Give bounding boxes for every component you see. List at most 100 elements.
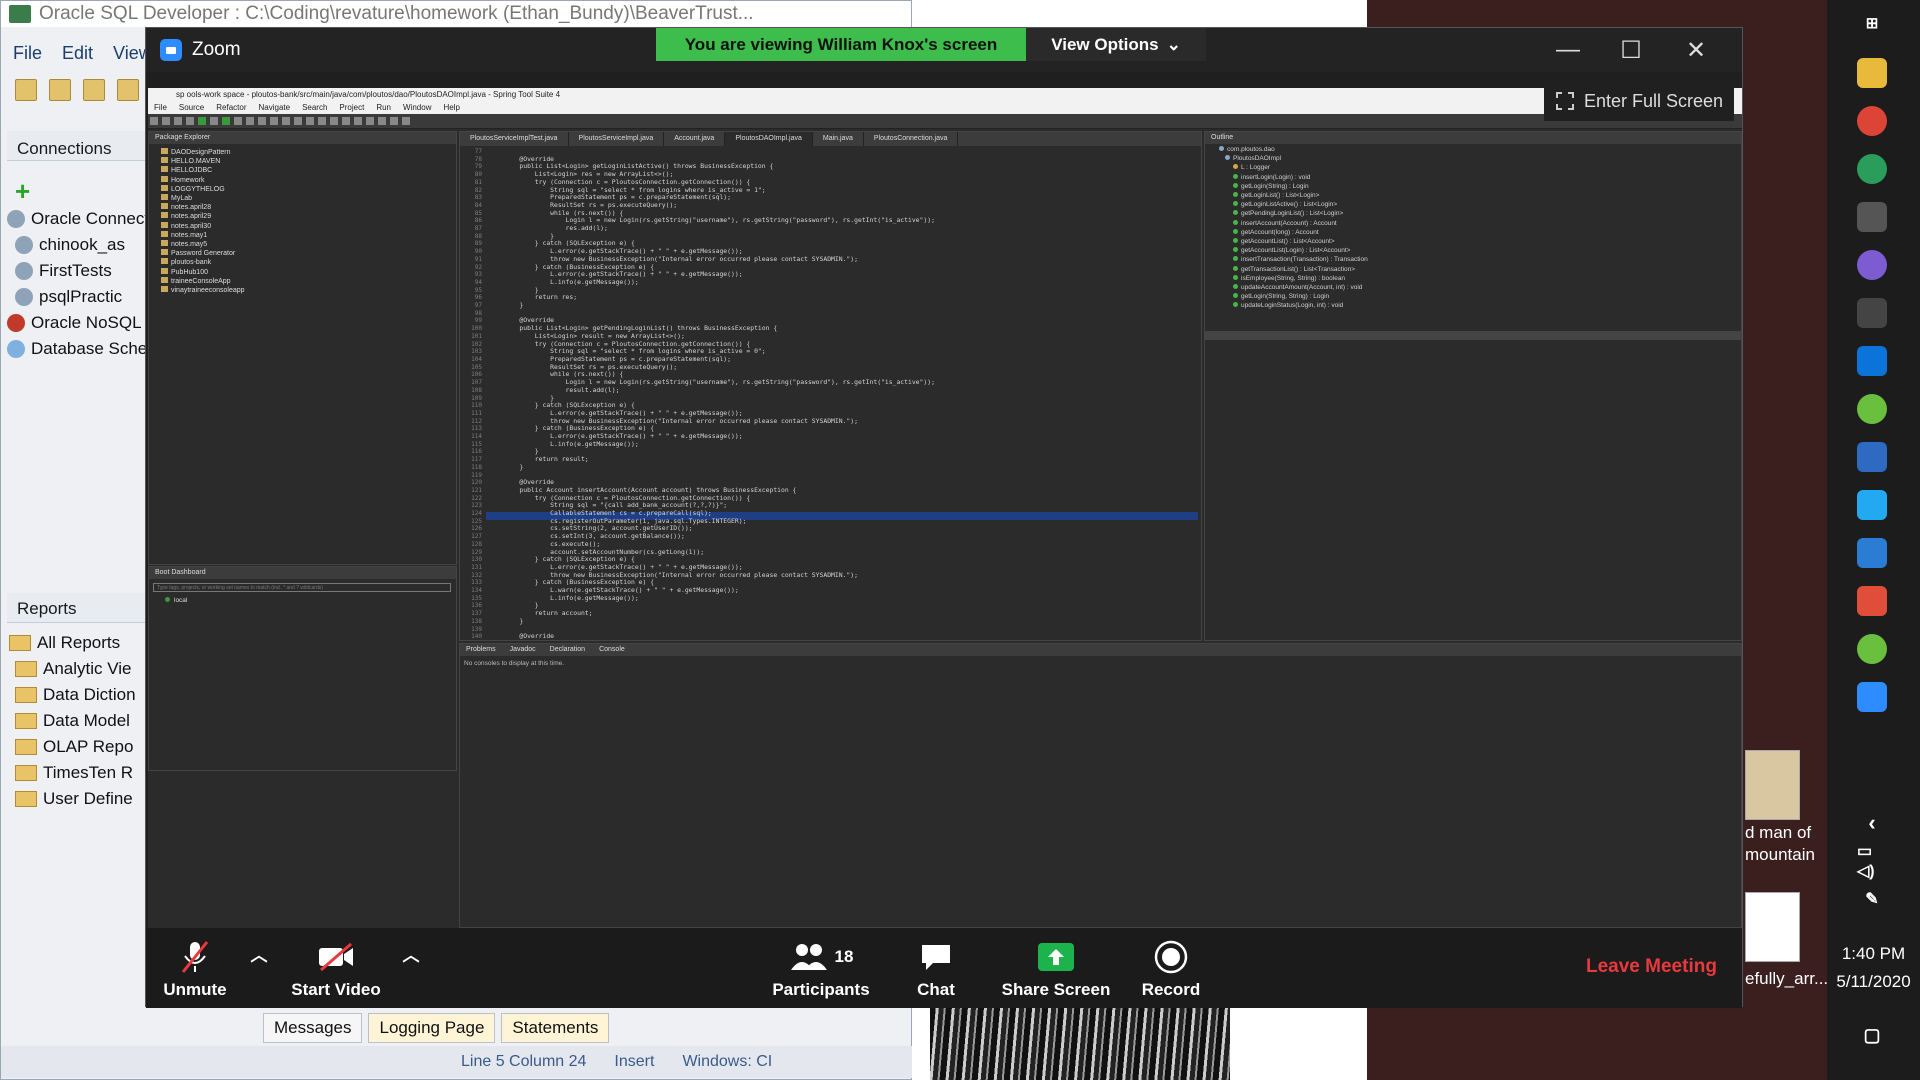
notification-icon[interactable]: ▢ xyxy=(1857,1020,1887,1050)
outline-item[interactable]: getLoginList() : List<Login> xyxy=(1233,192,1319,199)
save-icon[interactable] xyxy=(83,79,105,101)
record-button[interactable]: Record xyxy=(1131,928,1211,1008)
participants-button[interactable]: 18 Participants xyxy=(766,928,876,1008)
start-video-button[interactable]: Start Video xyxy=(276,928,396,1008)
connection-item[interactable]: Database Scher xyxy=(7,339,153,359)
tab-declaration[interactable]: Declaration xyxy=(550,644,585,656)
chrome-icon[interactable] xyxy=(1857,106,1887,136)
tab-problems[interactable]: Problems xyxy=(466,644,496,656)
sts-menu-item[interactable]: Search xyxy=(302,101,327,114)
outline-item[interactable]: getAccountList() : List<Account> xyxy=(1233,238,1335,245)
outline-item[interactable]: updateLoginStatus(Login, int) : void xyxy=(1233,302,1343,309)
outline-item[interactable]: updateAccountAmount(Account, int) : void xyxy=(1233,284,1362,291)
report-item[interactable]: Data Model xyxy=(15,711,130,731)
tab-javadoc[interactable]: Javadoc xyxy=(510,644,536,656)
report-item[interactable]: Analytic Vie xyxy=(15,659,132,679)
tab-messages[interactable]: Messages xyxy=(263,1013,363,1043)
book-thumbnail[interactable] xyxy=(1745,750,1800,820)
outline-item[interactable]: getTransactionList() : List<Transaction> xyxy=(1233,265,1355,273)
document-icon[interactable] xyxy=(1857,538,1887,568)
spring-tool-suite-icon[interactable] xyxy=(1857,394,1887,424)
outline-item[interactable]: getLogin(String) : Login xyxy=(1233,182,1309,190)
desktop-item-label[interactable]: d man of mountain xyxy=(1745,822,1825,866)
project-item[interactable]: notes.may5 xyxy=(161,240,207,248)
editor-tab[interactable]: Main.java xyxy=(813,132,864,146)
sts-menu-item[interactable]: Source xyxy=(179,101,204,114)
boot-local-item[interactable]: local xyxy=(165,597,187,604)
git-icon[interactable] xyxy=(1857,586,1887,616)
new-icon[interactable] xyxy=(15,79,37,101)
project-item[interactable]: notes.april29 xyxy=(161,212,211,220)
code-text[interactable]: @Override public List<Login> getLoginLis… xyxy=(504,148,935,641)
sts-menu-item[interactable]: Run xyxy=(376,101,391,114)
report-item[interactable]: TimesTen R xyxy=(15,763,133,783)
report-item[interactable]: All Reports xyxy=(9,633,120,653)
project-item[interactable]: ploutos-bank xyxy=(161,258,211,266)
outline-item[interactable]: isEmployee(String, String) : boolean xyxy=(1233,274,1345,282)
project-item[interactable]: notes.may1 xyxy=(161,230,207,239)
windows-start-icon[interactable]: ⊞ xyxy=(1857,8,1887,38)
outline-item[interactable]: getAccount(long) : Account xyxy=(1233,228,1319,236)
file-explorer-icon[interactable] xyxy=(1857,58,1887,88)
close-icon[interactable]: ✕ xyxy=(1676,36,1716,65)
sts-menu-item[interactable]: Help xyxy=(443,101,459,114)
connection-item[interactable]: psqlPractic xyxy=(15,287,122,307)
leave-meeting-button[interactable]: Leave Meeting xyxy=(1586,956,1717,978)
audio-options-chevron[interactable]: ︿ xyxy=(244,928,274,1008)
view-options-button[interactable]: View Options ⌄ xyxy=(1026,28,1206,61)
outline-item[interactable]: PloutosDAOImpl xyxy=(1225,155,1281,162)
project-item[interactable]: MyLab xyxy=(161,194,192,202)
project-item[interactable]: notes.april28 xyxy=(161,203,211,211)
zoom-taskbar-icon[interactable] xyxy=(1857,682,1887,712)
menu-file[interactable]: File xyxy=(13,43,42,64)
tab-logging-page[interactable]: Logging Page xyxy=(368,1013,496,1043)
sts-menu-item[interactable]: Project xyxy=(339,101,364,114)
tab-statements[interactable]: Statements xyxy=(501,1013,610,1043)
save-all-icon[interactable] xyxy=(117,79,139,101)
share-screen-button[interactable]: Share Screen xyxy=(996,928,1116,1008)
outline-item[interactable]: getLogin(String, String) : Login xyxy=(1233,293,1329,300)
project-item[interactable]: notes.april30 xyxy=(161,221,211,230)
enter-full-screen-button[interactable]: Enter Full Screen xyxy=(1544,81,1734,121)
connection-item[interactable]: Oracle Connect xyxy=(7,209,149,229)
editor-tab[interactable]: PloutosServiceImplTest.java xyxy=(460,132,569,146)
zoom-titlebar[interactable]: Zoom You are viewing William Knox's scre… xyxy=(146,28,1742,72)
menu-edit[interactable]: Edit xyxy=(62,43,93,64)
outline-tab[interactable]: Outline xyxy=(1205,132,1741,144)
outline-item[interactable]: getPendingLoginList() : List<Login> xyxy=(1233,210,1343,217)
unmute-button[interactable]: Unmute xyxy=(156,928,234,1008)
video-options-chevron[interactable]: ︿ xyxy=(396,928,426,1008)
project-item[interactable]: LOGGYTHELOG xyxy=(161,184,225,193)
outline-item[interactable]: getAccountList(Login) : List<Account> xyxy=(1233,247,1350,254)
editor-tab[interactable]: PloutosServiceImpl.java xyxy=(569,132,665,146)
project-item[interactable]: traineeConsoleApp xyxy=(161,276,231,285)
sql-developer-titlebar[interactable]: Oracle SQL Developer : C:\Coding\revatur… xyxy=(1,1,911,27)
project-item[interactable]: DAODesignPattern xyxy=(161,148,231,156)
document-thumbnail[interactable] xyxy=(1745,892,1800,962)
report-item[interactable]: Data Diction xyxy=(15,685,136,705)
connection-item[interactable]: FirstTests xyxy=(15,261,112,281)
pen-icon[interactable]: ✎ xyxy=(1857,884,1887,914)
browser-icon[interactable] xyxy=(1857,250,1887,280)
battery-volume-icon[interactable]: ▭ ◁) xyxy=(1857,843,1887,880)
outline-item[interactable]: com.ploutos.dao xyxy=(1219,146,1275,153)
project-item[interactable]: HELLOJDBC xyxy=(161,166,212,174)
app-icon[interactable] xyxy=(1857,442,1887,472)
mail-icon[interactable] xyxy=(1857,346,1887,376)
desktop-item-label[interactable]: efully_arr... xyxy=(1745,968,1828,990)
outline-item[interactable]: getLoginListActive() : List<Login> xyxy=(1233,201,1337,208)
package-explorer-tab[interactable]: Package Explorer xyxy=(149,132,456,144)
vscode-icon[interactable] xyxy=(1857,490,1887,520)
tab-console[interactable]: Console xyxy=(599,644,625,656)
app-icon[interactable] xyxy=(1857,298,1887,328)
editor-tab[interactable]: PloutosConnection.java xyxy=(864,132,959,146)
sts-menu-item[interactable]: File xyxy=(154,101,167,114)
report-item[interactable]: User Define xyxy=(15,789,133,809)
report-item[interactable]: OLAP Repo xyxy=(15,737,133,757)
connection-item[interactable]: Oracle NoSQL C xyxy=(7,313,158,333)
project-item[interactable]: Password Generator xyxy=(161,249,235,257)
outline-item[interactable]: L : Logger xyxy=(1233,164,1270,171)
sts-menu-item[interactable]: Refactor xyxy=(216,101,246,114)
project-item[interactable]: Homework xyxy=(161,175,204,184)
chat-button[interactable]: Chat xyxy=(896,928,976,1008)
